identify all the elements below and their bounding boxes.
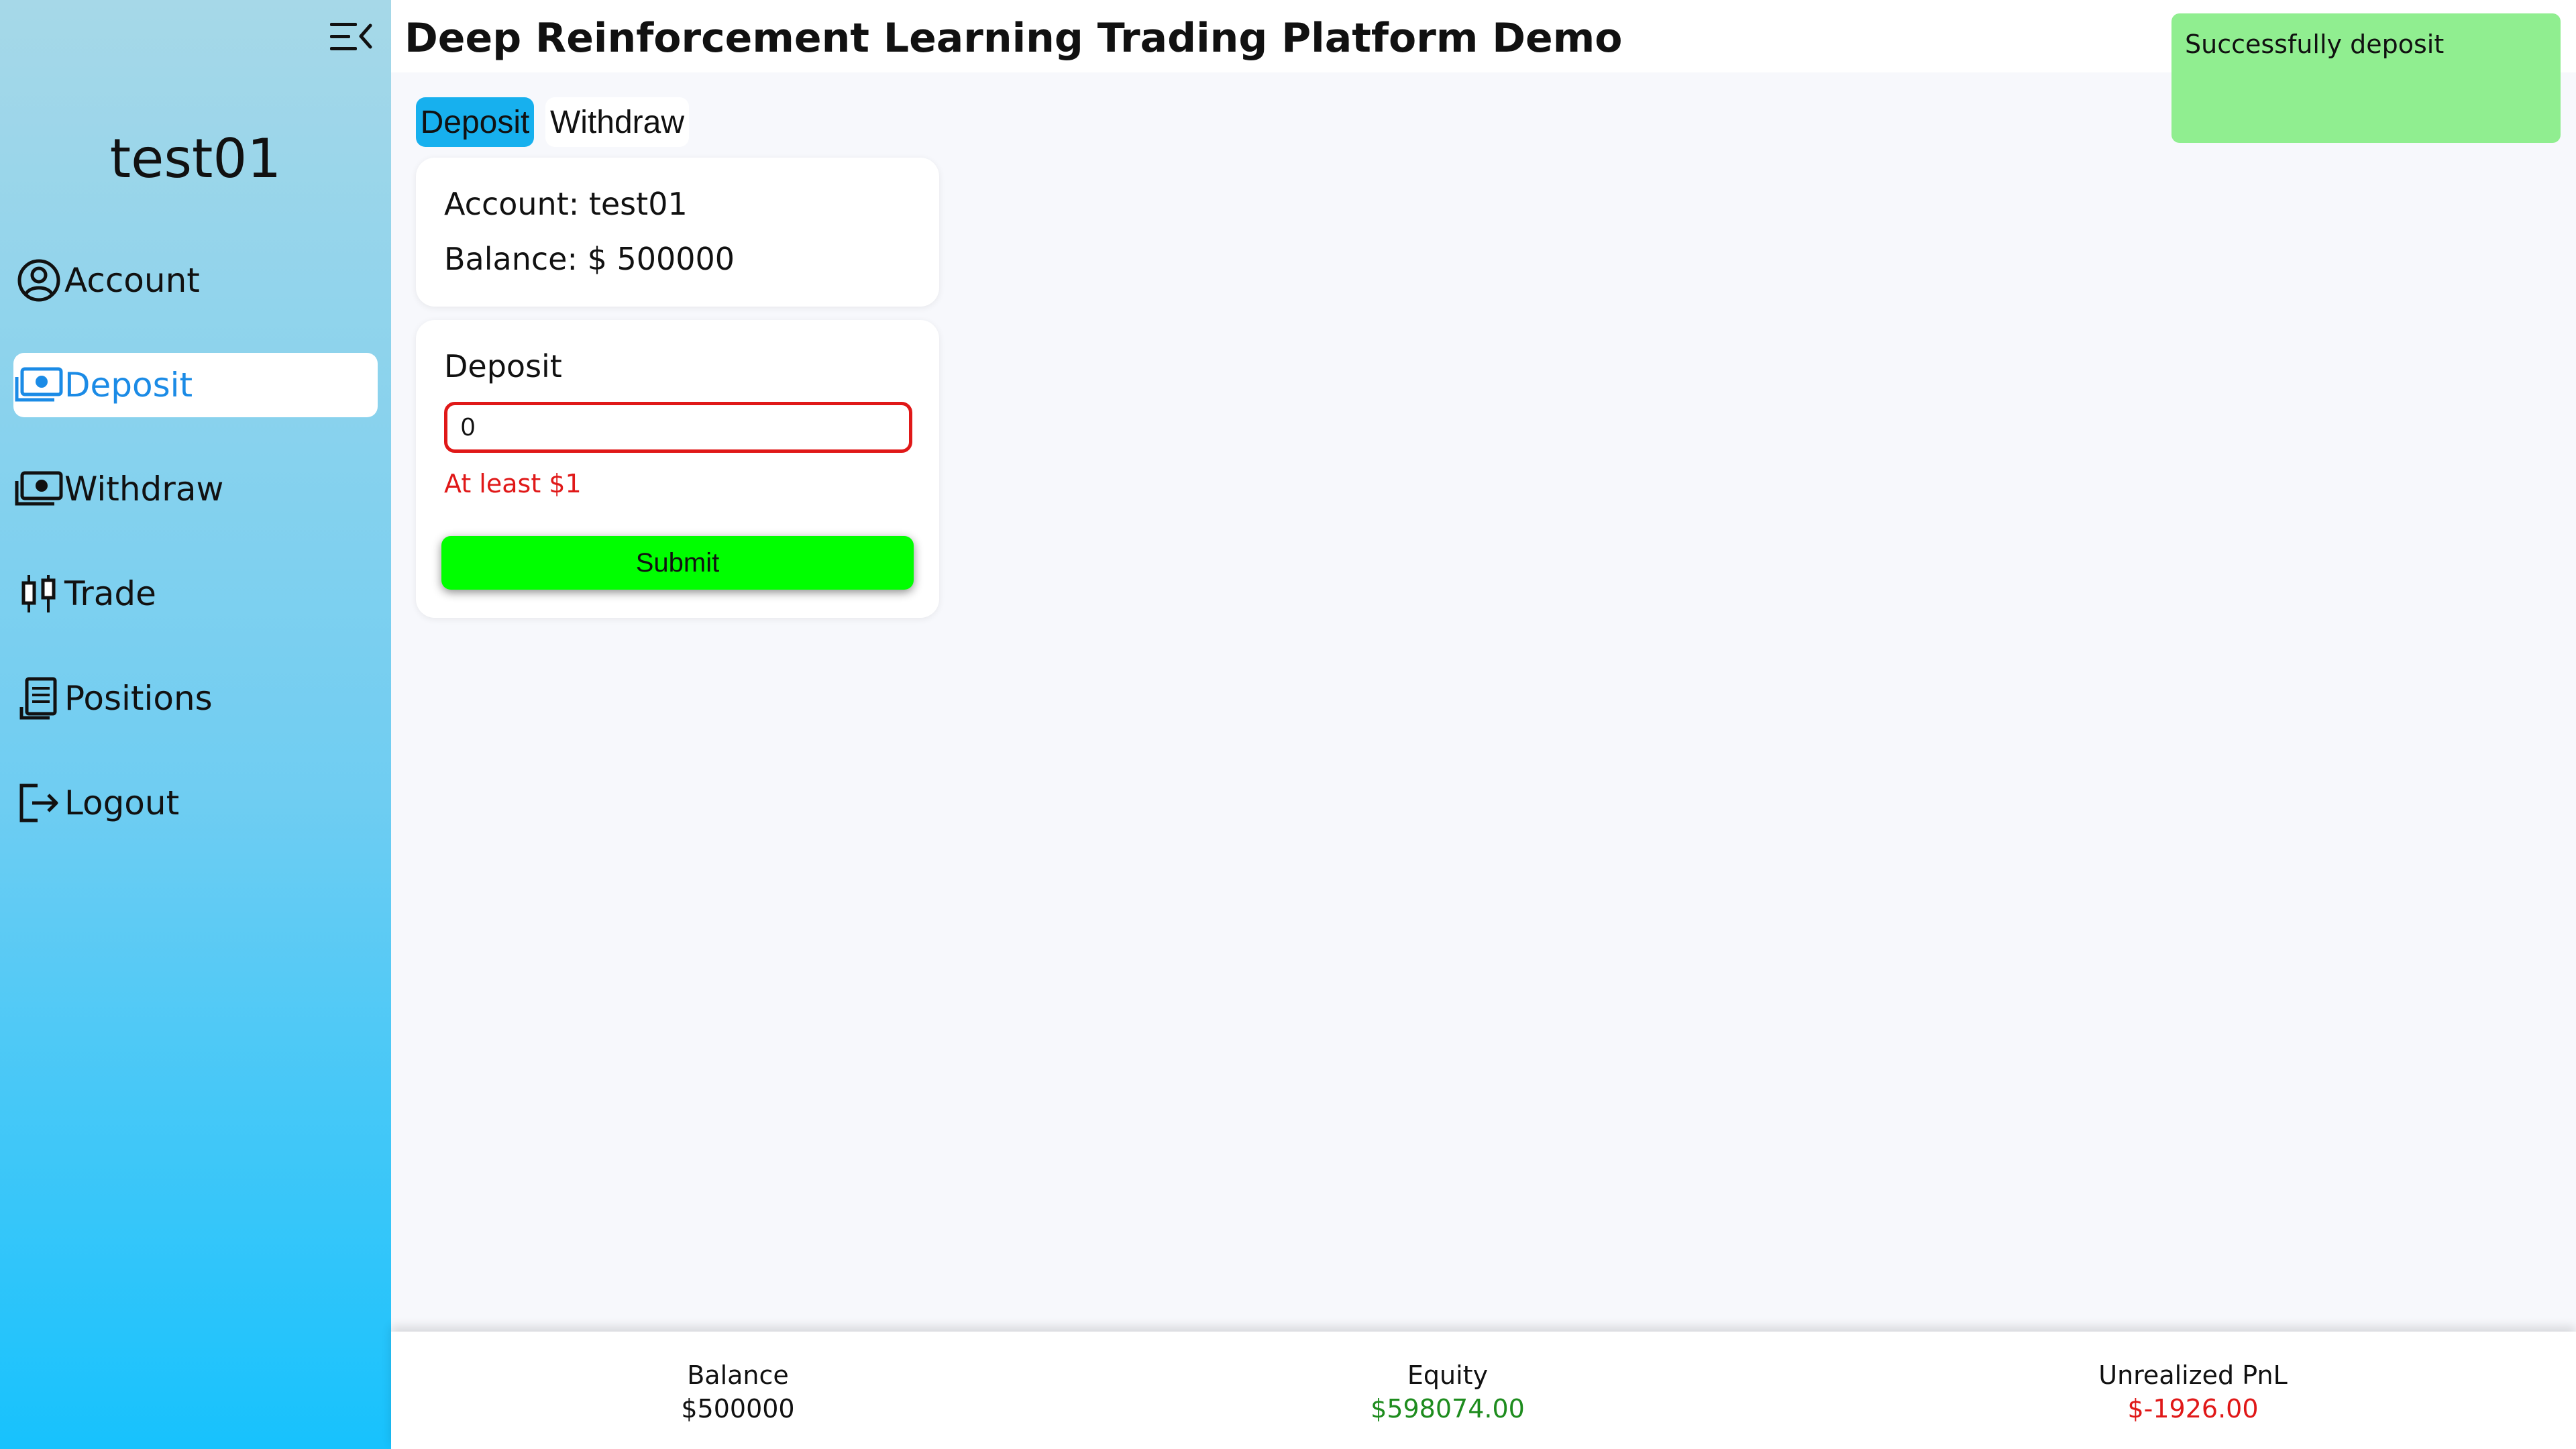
sidebar-item-label: Deposit bbox=[64, 366, 193, 405]
stat-equity: Equity $598074.00 bbox=[1246, 1358, 1649, 1426]
collapse-sidebar-button[interactable] bbox=[327, 19, 374, 54]
account-summary-footer: Balance $500000 Equity $598074.00 Unreal… bbox=[391, 1332, 2576, 1449]
money-icon bbox=[13, 464, 64, 515]
sidebar-item-label: Account bbox=[64, 261, 200, 300]
deposit-amount-input[interactable] bbox=[444, 402, 912, 453]
stat-value: $598074.00 bbox=[1371, 1394, 1525, 1424]
receipt-icon bbox=[13, 673, 64, 724]
deposit-form-title: Deposit bbox=[444, 348, 562, 384]
account-info-card: Account: test01 Balance: $ 500000 bbox=[416, 158, 939, 307]
stat-value: $500000 bbox=[681, 1394, 795, 1424]
sidebar-item-label: Trade bbox=[64, 574, 156, 613]
candlestick-icon bbox=[13, 568, 64, 619]
toast-message: Successfully deposit bbox=[2185, 30, 2445, 59]
tab-withdraw[interactable]: Withdraw bbox=[545, 97, 689, 147]
stat-label: Balance bbox=[687, 1360, 789, 1390]
sidebar-item-account[interactable]: Account bbox=[13, 248, 378, 313]
sidebar-item-logout[interactable]: Logout bbox=[13, 771, 378, 835]
stat-label: Unrealized PnL bbox=[2098, 1360, 2288, 1390]
sidebar-item-label: Positions bbox=[64, 679, 213, 718]
logout-icon bbox=[13, 777, 64, 828]
sidebar-username: test01 bbox=[109, 127, 282, 190]
deposit-form-card: Deposit At least $1 Submit bbox=[416, 320, 939, 618]
stat-balance: Balance $500000 bbox=[537, 1358, 939, 1426]
page-title: Deep Reinforcement Learning Trading Plat… bbox=[405, 15, 1623, 62]
sidebar-item-positions[interactable]: Positions bbox=[13, 666, 378, 731]
menu-collapse-icon bbox=[330, 23, 372, 50]
stat-label: Equity bbox=[1407, 1360, 1489, 1390]
app-root: test01 Account Deposit Withdraw Trade Po… bbox=[0, 0, 2576, 1449]
money-icon bbox=[13, 360, 64, 411]
sidebar-item-label: Logout bbox=[64, 784, 180, 822]
tab-deposit[interactable]: Deposit bbox=[416, 97, 534, 147]
account-balance-text: Balance: $ 500000 bbox=[444, 241, 735, 277]
stat-value: $-1926.00 bbox=[2127, 1394, 2259, 1424]
sidebar-item-deposit[interactable]: Deposit bbox=[13, 353, 378, 417]
deposit-error-message: At least $1 bbox=[444, 469, 582, 498]
sidebar-item-label: Withdraw bbox=[64, 470, 224, 508]
sidebar-item-trade[interactable]: Trade bbox=[13, 561, 378, 626]
success-toast[interactable]: Successfully deposit bbox=[2171, 13, 2561, 143]
stat-unrealized-pnl: Unrealized PnL $-1926.00 bbox=[1992, 1358, 2394, 1426]
user-circle-icon bbox=[13, 255, 64, 306]
account-name-text: Account: test01 bbox=[444, 186, 688, 222]
sidebar: test01 Account Deposit Withdraw Trade Po… bbox=[0, 0, 391, 1449]
sidebar-item-withdraw[interactable]: Withdraw bbox=[13, 457, 378, 521]
submit-button[interactable]: Submit bbox=[441, 536, 914, 590]
